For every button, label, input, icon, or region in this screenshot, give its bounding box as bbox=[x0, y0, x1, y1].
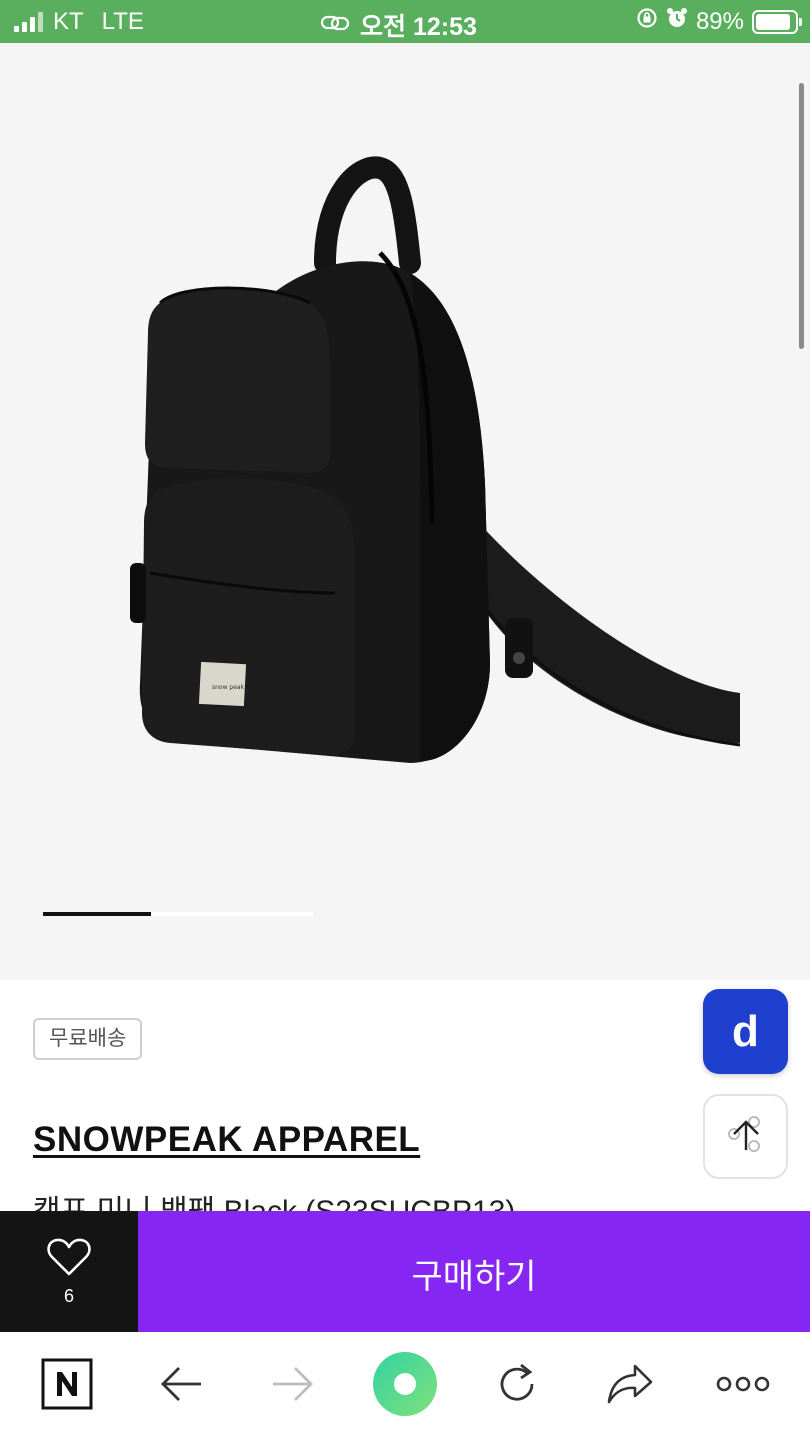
forward-arrow-icon bbox=[271, 1364, 315, 1409]
battery-icon bbox=[752, 9, 802, 34]
d-app-button[interactable]: d bbox=[703, 989, 788, 1074]
more-icon bbox=[716, 1374, 770, 1399]
status-center: 오전 12:53 bbox=[320, 7, 477, 43]
back-arrow-icon bbox=[159, 1364, 203, 1409]
like-button[interactable]: 6 bbox=[0, 1211, 138, 1332]
carousel-progress-track bbox=[43, 912, 313, 916]
home-dot-icon bbox=[372, 1351, 438, 1422]
product-page: KT LTE 오전 12:53 89% snow peak 무료배송 SNOWP… bbox=[0, 0, 810, 1440]
back-button[interactable] bbox=[141, 1332, 221, 1440]
status-bar: KT LTE 오전 12:53 89% bbox=[0, 0, 810, 43]
browser-toolbar bbox=[0, 1332, 810, 1440]
naver-home-button[interactable] bbox=[27, 1332, 107, 1440]
like-count: 6 bbox=[63, 1285, 74, 1306]
purchase-bar: 6 구매하기 bbox=[0, 1211, 810, 1332]
carrier-label: KT bbox=[53, 8, 84, 35]
buy-button[interactable]: 구매하기 bbox=[138, 1211, 810, 1332]
forward-button[interactable] bbox=[253, 1332, 333, 1440]
carousel-progress-fill bbox=[43, 912, 151, 916]
status-left: KT LTE bbox=[14, 8, 144, 36]
share-floating-button[interactable] bbox=[703, 1094, 788, 1179]
buy-button-label: 구매하기 bbox=[411, 1258, 537, 1296]
logo-label: snow peak bbox=[212, 684, 245, 691]
share-icon bbox=[605, 1362, 655, 1411]
signal-icon bbox=[14, 12, 43, 32]
scroll-indicator bbox=[799, 83, 804, 349]
share-button[interactable] bbox=[590, 1332, 670, 1440]
battery-percent: 89% bbox=[695, 7, 744, 35]
product-image: snow peak bbox=[130, 156, 741, 763]
heart-icon bbox=[46, 1237, 92, 1282]
refresh-icon bbox=[494, 1361, 540, 1412]
clock-label: 오전 12:53 bbox=[360, 13, 477, 41]
brand-link[interactable]: SNOWPEAK APPAREL bbox=[33, 1120, 420, 1160]
product-image-carousel[interactable]: snow peak bbox=[0, 43, 810, 980]
link-icon bbox=[320, 11, 350, 40]
more-button[interactable] bbox=[703, 1332, 783, 1440]
green-dot-button[interactable] bbox=[365, 1332, 445, 1440]
rotation-lock-icon bbox=[636, 7, 658, 36]
share-node-icon bbox=[724, 1112, 768, 1161]
network-label: LTE bbox=[101, 8, 144, 35]
status-right: 89% bbox=[636, 7, 802, 36]
naver-home-icon bbox=[41, 1358, 93, 1415]
free-shipping-badge: 무료배송 bbox=[33, 1018, 143, 1060]
alarm-icon bbox=[666, 7, 688, 36]
refresh-button[interactable] bbox=[477, 1332, 557, 1440]
